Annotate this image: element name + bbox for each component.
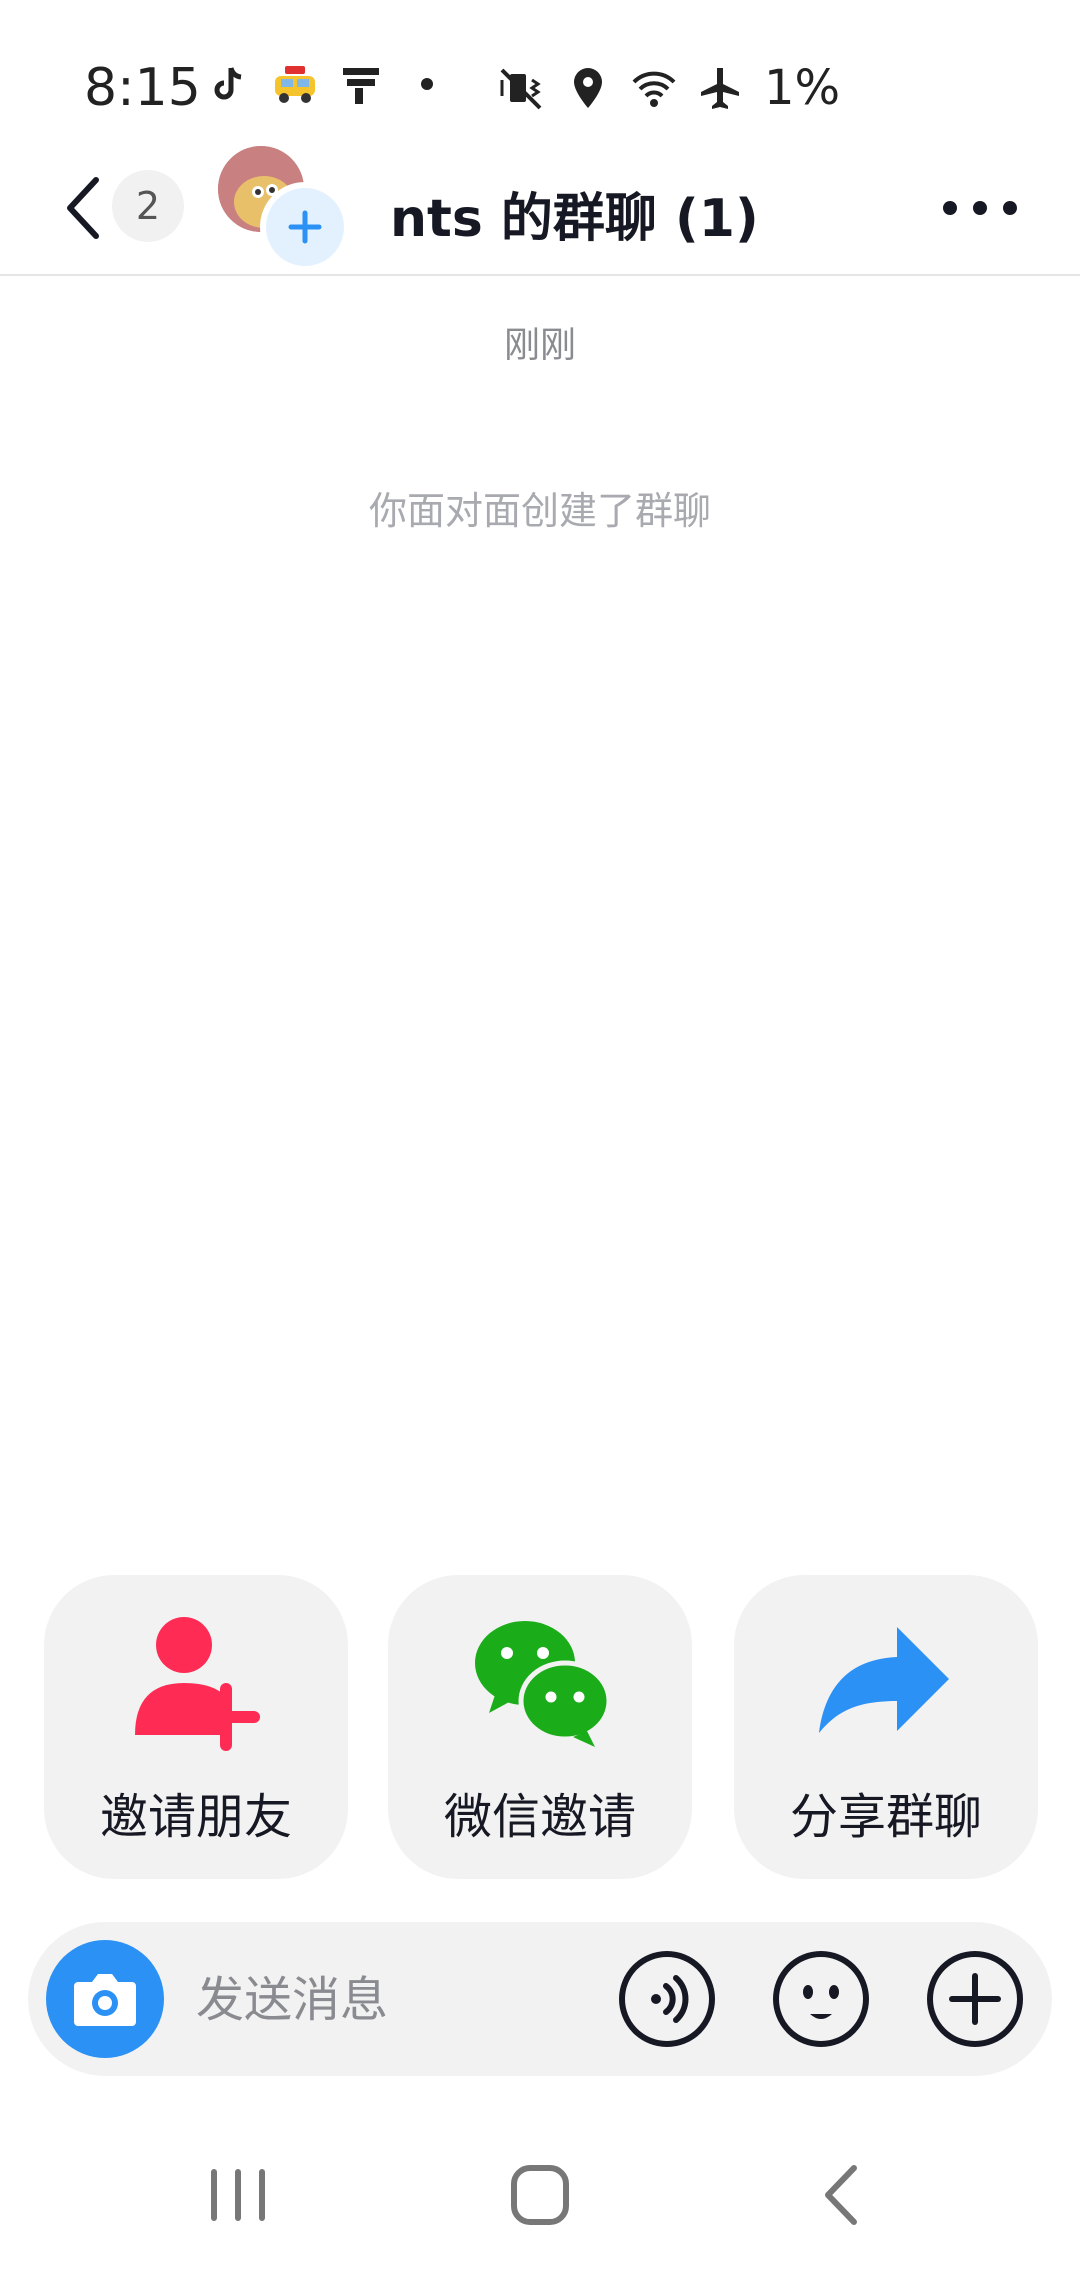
system-back-icon[interactable] (802, 2160, 882, 2230)
plus-icon (288, 210, 322, 244)
taxi-emoji-icon (275, 66, 315, 103)
unread-count-badge[interactable]: 2 (112, 170, 184, 242)
message-input-bar (28, 1922, 1052, 2076)
notification-app-icon (343, 68, 379, 104)
invite-friends-button[interactable]: 邀请朋友 (44, 1575, 348, 1879)
more-plus-icon[interactable] (924, 1948, 1026, 2050)
wifi-icon (632, 71, 676, 107)
location-icon (574, 68, 602, 108)
battery-level: 1% (764, 60, 841, 116)
status-time: 8:15 (84, 58, 201, 118)
message-timestamp: 刚刚 (503, 325, 576, 366)
dot-icon (421, 78, 433, 90)
back-button[interactable] (56, 170, 112, 246)
recent-apps-icon[interactable] (198, 2160, 278, 2230)
group-title[interactable]: nts 的群聊 (1) (390, 176, 759, 251)
share-group-label: 分享群聊 (789, 1789, 982, 1845)
home-icon[interactable] (500, 2160, 580, 2230)
wechat-invite-button[interactable]: 微信邀请 (388, 1575, 692, 1879)
wechat-icon (475, 1621, 612, 1747)
add-friend-icon (135, 1617, 260, 1751)
airplane-icon (701, 68, 739, 109)
message-input[interactable] (196, 1970, 616, 2030)
invite-friends-label: 邀请朋友 (99, 1789, 292, 1845)
share-icon (819, 1627, 949, 1733)
add-member-button[interactable] (260, 182, 350, 272)
camera-button[interactable] (46, 1940, 164, 2058)
share-group-button[interactable]: 分享群聊 (734, 1575, 1038, 1879)
camera-icon (74, 1974, 136, 2026)
tiktok-icon (214, 67, 242, 100)
group-avatar[interactable] (218, 146, 350, 272)
emoji-icon[interactable] (770, 1948, 872, 2050)
wechat-invite-label: 微信邀请 (443, 1789, 636, 1845)
mute-vibrate-icon (500, 68, 542, 110)
system-message: 你面对面创建了群聊 (368, 489, 711, 533)
status-bar: 8:15 1% (0, 0, 1080, 140)
chat-header: 2 nts 的群聊 (1) (0, 140, 1080, 276)
more-options-icon[interactable] (940, 180, 1020, 236)
voice-message-icon[interactable] (616, 1948, 718, 2050)
chat-screen: 8:15 1% 2 nts 的群聊 (1) 刚刚 你面对面创建了群聊 邀请朋友 … (0, 0, 1080, 2280)
